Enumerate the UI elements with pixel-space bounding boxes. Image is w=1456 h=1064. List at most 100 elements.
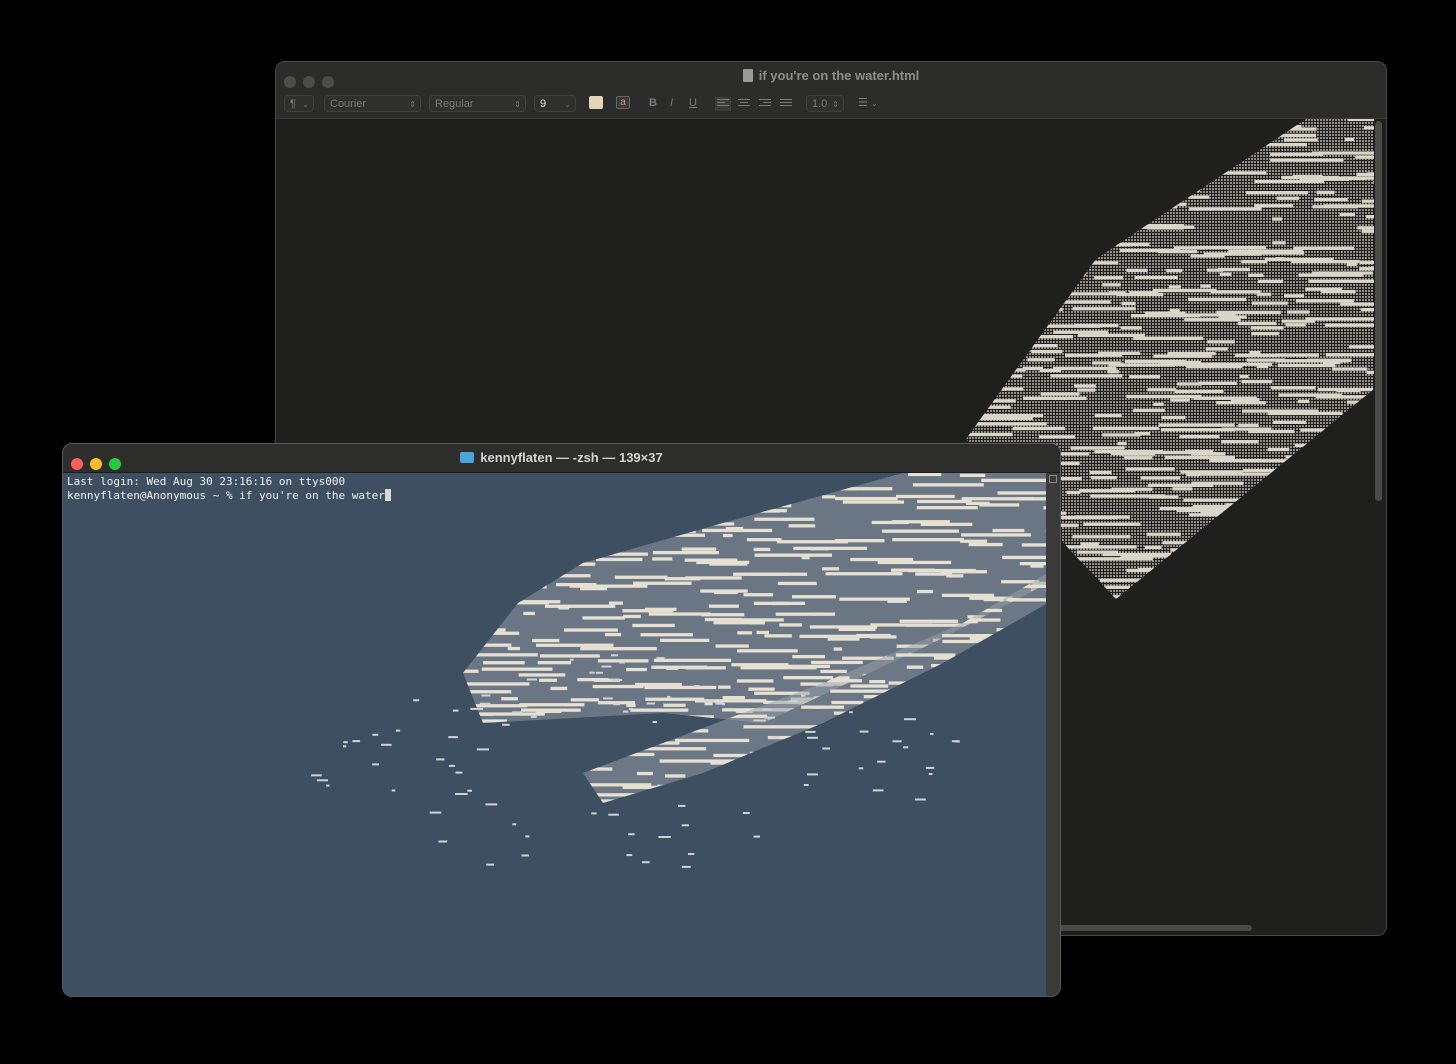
ascii-dash [697,517,722,520]
ascii-dash [1082,830,1129,833]
ascii-dash [1230,398,1260,402]
ascii-dash [732,897,744,900]
ascii-dash [571,488,610,492]
zoom-button[interactable] [322,76,334,88]
ascii-dash [979,503,1020,507]
ascii-dash [1125,906,1175,909]
font-style-popup[interactable]: Regular ⇕ [429,95,526,112]
terminal-scrollbar[interactable] [1046,473,1060,996]
italic-button[interactable]: I [670,95,673,112]
zoom-button[interactable] [109,458,121,470]
ascii-dash [981,797,1038,800]
ascii-dash [1199,867,1266,870]
text-color-well[interactable] [589,96,603,109]
terminal-prompt-line[interactable]: kennyflaten@Anonymous ~ % if you're on t… [67,489,391,503]
font-size-combo[interactable]: 9 ⌄ [534,95,576,112]
ascii-dash [554,914,630,917]
align-center-button[interactable] [738,99,750,109]
ascii-dash [1316,190,1335,194]
ascii-dash [1100,128,1157,132]
ascii-dash [1141,824,1178,827]
ascii-dash [463,631,520,635]
ascii-dash [599,718,627,722]
ascii-dash [1230,621,1259,624]
align-left-button[interactable] [715,97,731,111]
ascii-dash [1040,272,1087,276]
ascii-dash [966,320,1034,324]
close-button[interactable] [284,76,296,88]
ascii-dash [756,757,779,760]
ascii-dash [468,834,489,837]
ascii-dash [990,368,1026,372]
ascii-ripple [642,861,650,864]
ascii-dash [880,721,915,725]
ascii-dash [1166,268,1183,273]
ascii-dash [1326,647,1350,650]
ascii-dash [515,909,586,912]
ascii-dash [1271,668,1282,671]
ascii-dash [1239,795,1283,798]
ascii-dash [862,474,886,477]
ascii-dash [1075,557,1153,561]
ascii-dash [1255,780,1310,783]
ascii-ripple [569,658,574,661]
list-bullets-popup[interactable]: ☰ ⌄ [858,95,878,112]
ascii-dash [470,653,538,657]
ascii-dash [518,673,566,677]
close-button[interactable] [71,458,83,470]
ascii-ripple [858,767,864,770]
ascii-dash [690,508,763,511]
ascii-dash [966,232,1008,236]
line-spacing-popup[interactable]: 1.0 ⇕ [806,95,844,112]
ascii-dash [699,510,772,513]
ascii-dash [1371,692,1387,695]
ascii-dash [1322,770,1385,773]
ascii-dash [981,344,1058,348]
scroll-knob[interactable] [1049,475,1057,483]
terminal-titlebar[interactable]: kennyflaten — -zsh — 139×37 [63,444,1060,473]
ascii-ripple [611,679,623,681]
ascii-dash [983,186,1041,190]
paragraph-style-popup[interactable]: ¶ ⌄ [284,95,314,112]
ascii-dash [608,884,630,887]
font-family-popup[interactable]: Courier ⇕ [324,95,421,112]
ascii-dash [1251,301,1288,305]
ascii-dash [463,531,488,535]
ascii-dash [485,907,524,910]
ascii-dash [1200,284,1211,288]
ascii-dash [966,136,988,140]
ascii-dash [1194,672,1206,675]
ascii-dash [1162,541,1222,545]
minimize-button[interactable] [303,76,315,88]
ascii-dash [1287,310,1310,314]
ascii-dash [1257,707,1304,710]
bold-button[interactable]: B [649,95,657,112]
ascii-dash [1210,290,1261,294]
ascii-dash [1290,777,1317,780]
ascii-dash [1120,326,1142,330]
document-icon [742,69,753,82]
ascii-dash [1021,754,1048,757]
ascii-ripple [595,671,603,674]
vertical-scrollbar[interactable] [1375,121,1382,501]
ascii-dash [1276,629,1333,632]
ascii-ripple [678,804,686,807]
textedit-titlebar[interactable]: if you're on the water.html [276,62,1386,90]
ascii-dash [596,557,643,562]
ascii-dash [470,756,516,759]
justify-button[interactable] [780,99,792,109]
highlight-color-well[interactable]: a [616,96,630,109]
ascii-dash [741,479,804,484]
align-right-button[interactable] [759,99,771,109]
ascii-dash [582,616,625,620]
ascii-dash [803,825,831,828]
terminal-content[interactable]: Last login: Wed Aug 30 23:16:16 on ttys0… [63,473,1048,996]
ascii-dash [1169,308,1180,313]
ascii-dash [811,844,843,847]
ascii-dash [1189,153,1233,157]
underline-button[interactable]: U [689,95,697,112]
ascii-dash [1188,129,1235,133]
ascii-dash [463,628,506,632]
ascii-dash [626,735,637,739]
minimize-button[interactable] [90,458,102,470]
